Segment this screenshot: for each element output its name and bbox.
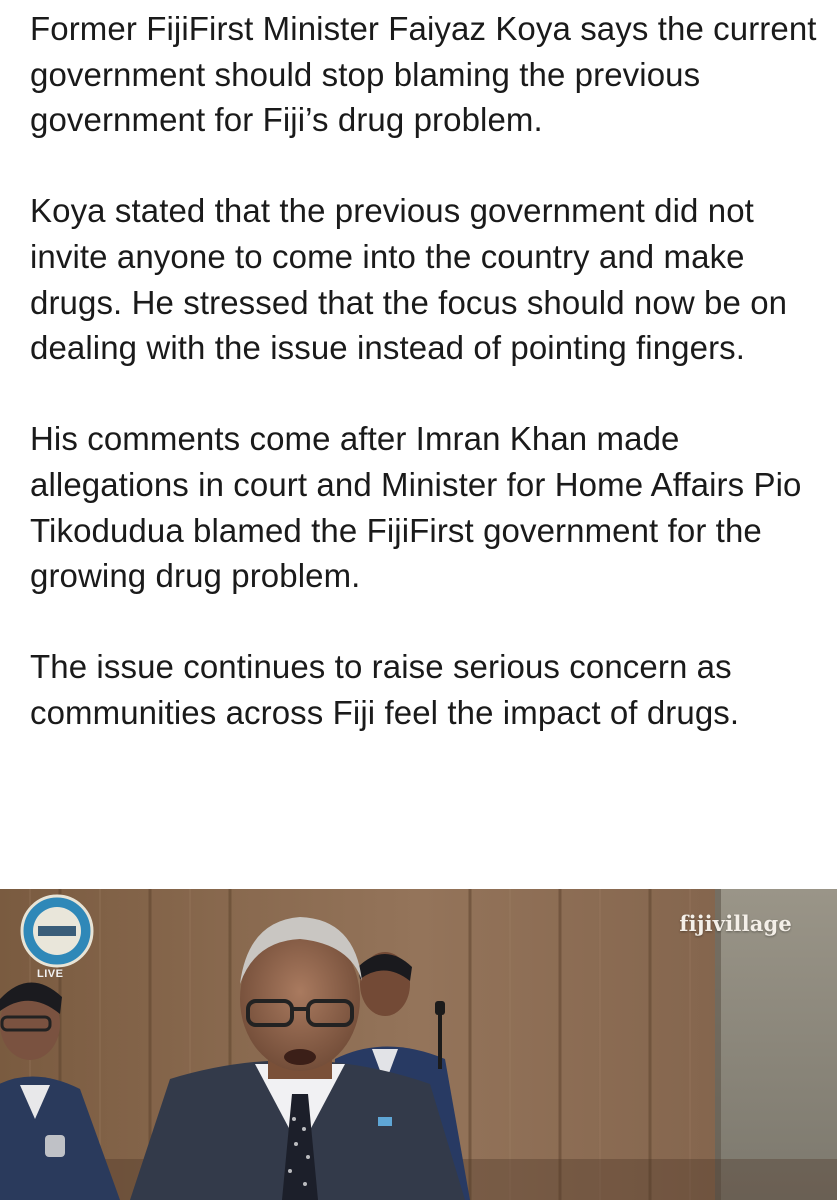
parliament-video-still[interactable]: fijivillage LIVE [0,889,837,1200]
article-body: Former FijiFirst Minister Faiyaz Koya sa… [30,6,820,736]
article-paragraph-1: Former FijiFirst Minister Faiyaz Koya sa… [30,10,817,139]
article-paragraph-2: Koya stated that the previous government… [30,192,788,367]
article-paragraph-3: His comments come after Imran Khan made … [30,420,802,595]
live-label: LIVE [37,968,64,980]
fijivillage-watermark: fijivillage [679,911,792,936]
parliament-logo-icon [20,894,94,968]
article-paragraph-4: The issue continues to raise serious con… [30,648,740,731]
